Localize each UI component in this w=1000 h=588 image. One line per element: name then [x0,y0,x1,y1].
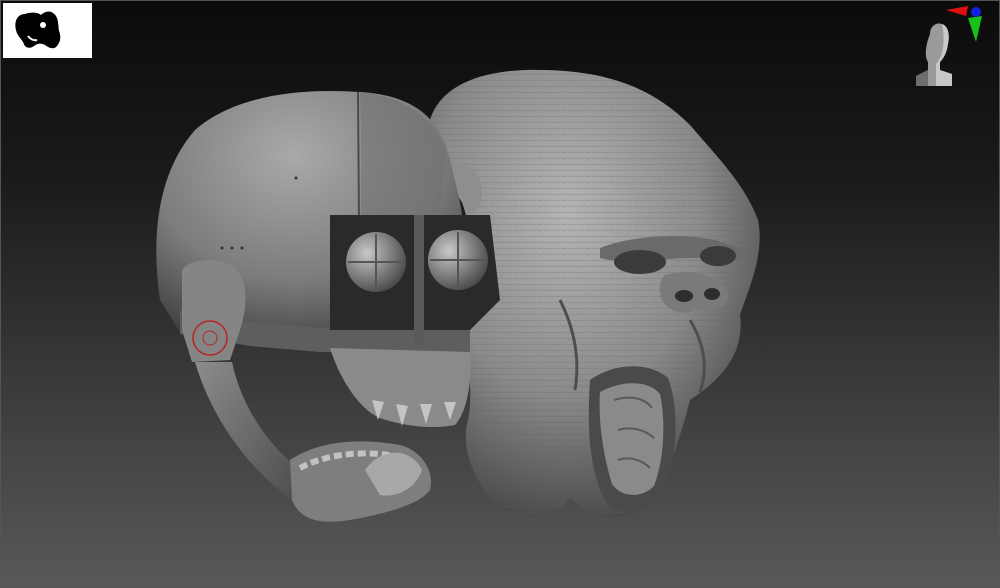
viewport-canvas[interactable] [0,0,1000,588]
helmet-mesh[interactable] [156,90,500,522]
sculpt-scene[interactable] [0,0,1000,588]
